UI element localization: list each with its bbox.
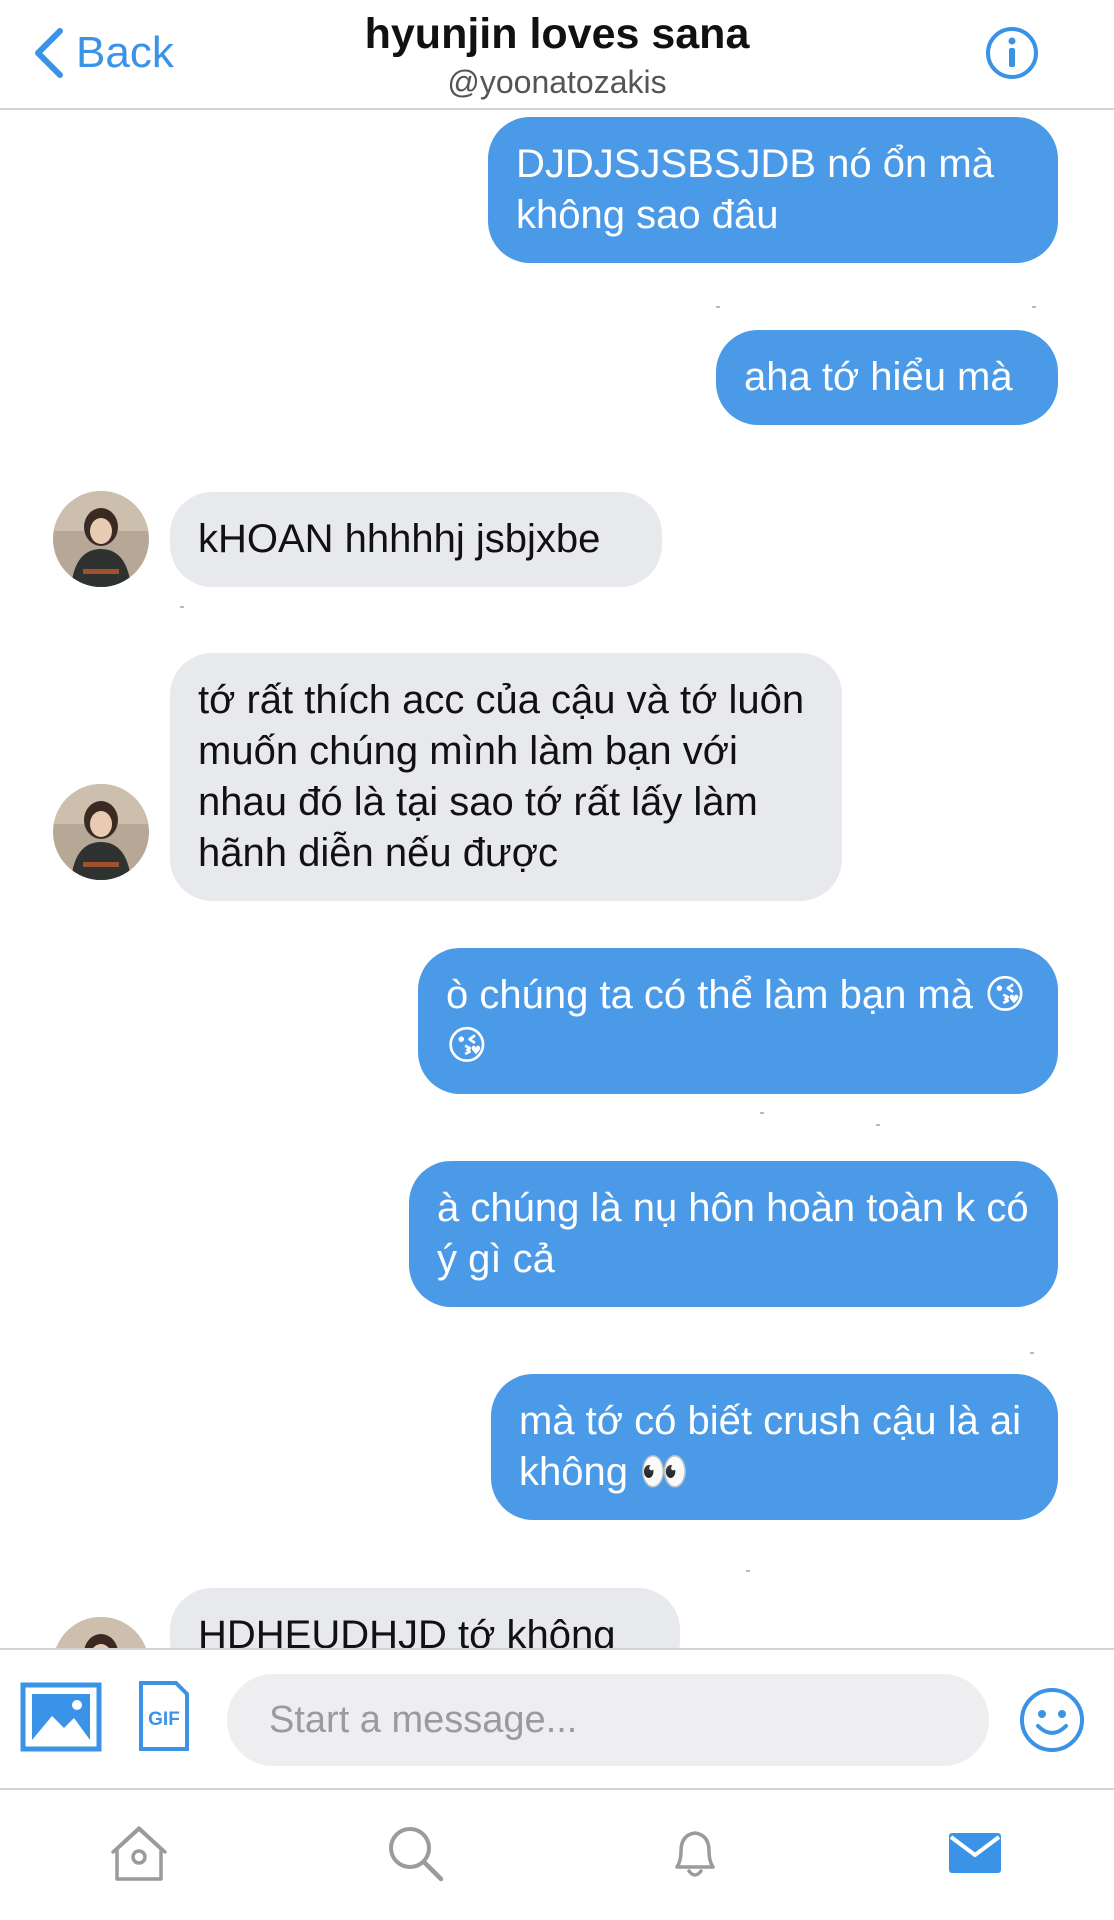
bell-icon [675, 1831, 715, 1877]
conversation-header: Back hyunjin loves sana @yoonatozakis [0, 0, 1114, 110]
speck [876, 1124, 880, 1126]
avatar[interactable] [53, 1617, 149, 1648]
search-icon [389, 1827, 444, 1882]
conversation-title: hyunjin loves sana [364, 10, 750, 58]
avatar[interactable] [53, 491, 149, 587]
avatar-photo [53, 491, 149, 587]
speck [1030, 1352, 1034, 1354]
photo-icon[interactable] [20, 1682, 102, 1752]
home-icon [111, 1826, 167, 1881]
speck [746, 1570, 750, 1572]
tab-messages[interactable] [930, 1808, 1020, 1898]
tab-search[interactable] [370, 1808, 460, 1898]
tab-bar [0, 1788, 1114, 1920]
message-bubble-sent[interactable]: ò chúng ta có thể làm bạn mà 😘 😘 [418, 948, 1058, 1094]
message-input[interactable] [227, 1674, 989, 1766]
message-bubble-sent[interactable]: aha tớ hiểu mà [716, 330, 1058, 425]
message-bubble-sent[interactable]: DJDJSJSBSJDB nó ổn mà không sao đâu [488, 117, 1058, 263]
conversation-handle: @yoonatozakis [447, 64, 667, 100]
message-bubble-received[interactable]: kHOAN hhhhhj jsbjxbe [170, 492, 662, 587]
avatar[interactable] [53, 784, 149, 880]
speck [1032, 306, 1036, 308]
message-bubble-received[interactable]: tớ rất thích acc của cậu và tớ luôn muốn… [170, 653, 842, 901]
message-composer: GIF [0, 1648, 1114, 1788]
message-bubble-sent[interactable]: à chúng là nụ hôn hoàn toàn k có ý gì cả [409, 1161, 1058, 1307]
gif-icon: GIF [139, 1681, 189, 1751]
speck [180, 606, 184, 608]
gif-label: GIF [148, 1709, 180, 1730]
tab-notifications[interactable] [650, 1808, 740, 1898]
speck [716, 306, 720, 308]
smiley-icon[interactable] [1018, 1686, 1086, 1754]
tab-home[interactable] [94, 1808, 184, 1898]
message-bubble-sent[interactable]: mà tớ có biết crush cậu là ai không 👀 [491, 1374, 1058, 1520]
speck [760, 1112, 764, 1114]
avatar-photo [53, 1617, 149, 1648]
message-bubble-received[interactable]: HDHEUDHJD tớ không [170, 1588, 680, 1648]
gif-button[interactable]: GIF [138, 1680, 190, 1752]
avatar-photo [53, 784, 149, 880]
conversation-title-block: hyunjin loves sana @yoonatozakis [0, 8, 1114, 102]
info-icon[interactable] [985, 26, 1039, 80]
mail-icon [949, 1833, 1001, 1873]
message-thread[interactable]: DJDJSJSBSJDB nó ổn mà không sao đâu aha … [0, 112, 1114, 1648]
